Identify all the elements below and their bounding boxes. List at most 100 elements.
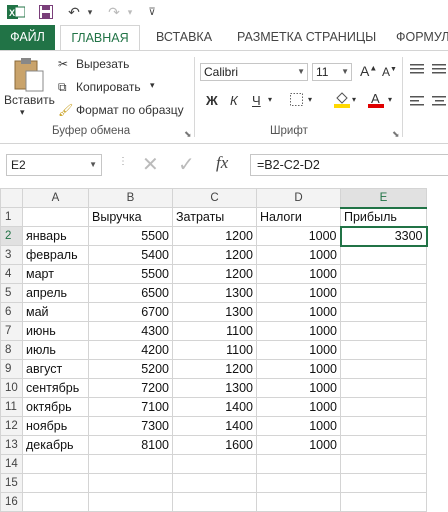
cell-a[interactable] [22,454,89,474]
cell-a[interactable]: май [22,302,89,322]
select-all-corner[interactable] [0,188,23,208]
cell-a[interactable]: ноябрь [22,416,89,436]
row-header[interactable]: 2 [0,226,23,246]
cell-c[interactable]: 1100 [172,321,257,341]
row-header[interactable]: 3 [0,245,23,265]
cell-e[interactable] [340,321,427,341]
row-header[interactable]: 14 [0,454,23,474]
cell-e[interactable] [340,264,427,284]
cell-b[interactable]: 5200 [88,359,173,379]
column-header-c[interactable]: C [172,188,257,208]
fill-color-dropdown-icon[interactable]: ▾ [352,95,356,104]
clipboard-launcher-icon[interactable]: ⬊ [184,129,192,140]
borders-icon[interactable] [290,93,303,109]
tab-home[interactable]: ГЛАВНАЯ [60,25,140,51]
underline-dropdown-icon[interactable]: ▾ [268,95,272,104]
cell-c[interactable]: 1100 [172,340,257,360]
cell-a[interactable]: сентябрь [22,378,89,398]
tab-file[interactable]: ФАЙЛ [0,25,55,50]
save-icon[interactable] [36,3,56,21]
cell-b[interactable]: 7100 [88,397,173,417]
cell-c[interactable] [172,454,257,474]
format-painter-button[interactable]: Формат по образцу [76,103,184,117]
cell-d[interactable]: 1000 [256,416,341,436]
cell-d[interactable]: 1000 [256,435,341,455]
column-header-b[interactable]: B [88,188,173,208]
row-header[interactable]: 11 [0,397,23,417]
cell-c[interactable]: 1200 [172,264,257,284]
cell-e[interactable] [340,340,427,360]
cell-c[interactable]: 1400 [172,397,257,417]
cell-e[interactable] [340,416,427,436]
cell-b[interactable]: 5500 [88,264,173,284]
row-header[interactable]: 5 [0,283,23,303]
cell-e[interactable] [340,245,427,265]
cell-d[interactable]: Налоги [256,207,341,227]
cell-d[interactable]: 1000 [256,359,341,379]
italic-button[interactable]: К [230,93,238,108]
tab-formulas[interactable]: ФОРМУЛ [396,25,448,50]
cell-e[interactable] [340,359,427,379]
format-painter-icon[interactable]: 🖌 [58,103,73,117]
cell-c[interactable]: 1600 [172,435,257,455]
tab-page-layout[interactable]: РАЗМЕТКА СТРАНИЦЫ [237,25,376,50]
row-header[interactable]: 12 [0,416,23,436]
cell-e[interactable]: Прибыль [340,207,427,227]
align-top-icon[interactable] [410,63,424,78]
row-header[interactable]: 10 [0,378,23,398]
fill-color-icon[interactable] [334,91,350,111]
cell-c[interactable] [172,473,257,493]
font-color-icon[interactable]: A [368,91,384,111]
font-family-select[interactable]: Calibri ▼ [200,63,308,81]
customize-toolbar-icon[interactable]: ⊽ [144,3,160,21]
cell-b[interactable]: 7300 [88,416,173,436]
row-header[interactable]: 9 [0,359,23,379]
column-header-d[interactable]: D [256,188,341,208]
cell-d[interactable]: 1000 [256,302,341,322]
cell-b[interactable]: Выручка [88,207,173,227]
increase-font-size-icon[interactable]: A▲ [360,63,377,79]
cell-b[interactable]: 5500 [88,226,173,246]
cell-e[interactable] [340,454,427,474]
cell-d[interactable]: 1000 [256,378,341,398]
row-header[interactable]: 1 [0,207,23,227]
paste-button[interactable]: Вставить [4,93,55,107]
cell-a[interactable]: июль [22,340,89,360]
cell-c[interactable]: Затраты [172,207,257,227]
cell-c[interactable]: 1200 [172,245,257,265]
cell-b[interactable] [88,473,173,493]
bold-button[interactable]: Ж [206,93,218,108]
underline-button[interactable]: Ч [252,93,261,108]
cell-b[interactable]: 5400 [88,245,173,265]
cell-c[interactable]: 1400 [172,416,257,436]
cell-e[interactable]: 3300 [339,225,428,247]
cell-e[interactable] [340,302,427,322]
cell-d[interactable]: 1000 [256,226,341,246]
cell-c[interactable]: 1300 [172,302,257,322]
cell-a[interactable]: декабрь [22,435,89,455]
row-header[interactable]: 15 [0,473,23,493]
chevron-down-icon[interactable]: ▼ [89,155,97,175]
column-header-a[interactable]: A [22,188,89,208]
name-box[interactable]: E2 ▼ [6,154,102,176]
cell-e[interactable] [340,283,427,303]
paste-dropdown-icon[interactable]: ▾ [20,107,25,118]
cell-b[interactable]: 4200 [88,340,173,360]
font-launcher-icon[interactable]: ⬊ [392,129,400,140]
paste-icon[interactable] [12,57,46,92]
cell-d[interactable] [256,473,341,493]
cell-a[interactable] [22,473,89,493]
row-header[interactable]: 6 [0,302,23,322]
borders-dropdown-icon[interactable]: ▾ [308,95,312,104]
cut-button[interactable]: Вырезать [76,57,129,71]
cell-c[interactable]: 1300 [172,283,257,303]
cell-d[interactable]: 1000 [256,340,341,360]
cell-a[interactable]: апрель [22,283,89,303]
cell-a[interactable]: июнь [22,321,89,341]
cell-c[interactable]: 1300 [172,378,257,398]
row-header[interactable]: 13 [0,435,23,455]
font-size-select[interactable]: 11 ▼ [312,63,352,81]
tab-insert[interactable]: ВСТАВКА [156,25,212,50]
cell-d[interactable]: 1000 [256,245,341,265]
redo-dropdown-icon[interactable]: ▾ [124,3,136,21]
